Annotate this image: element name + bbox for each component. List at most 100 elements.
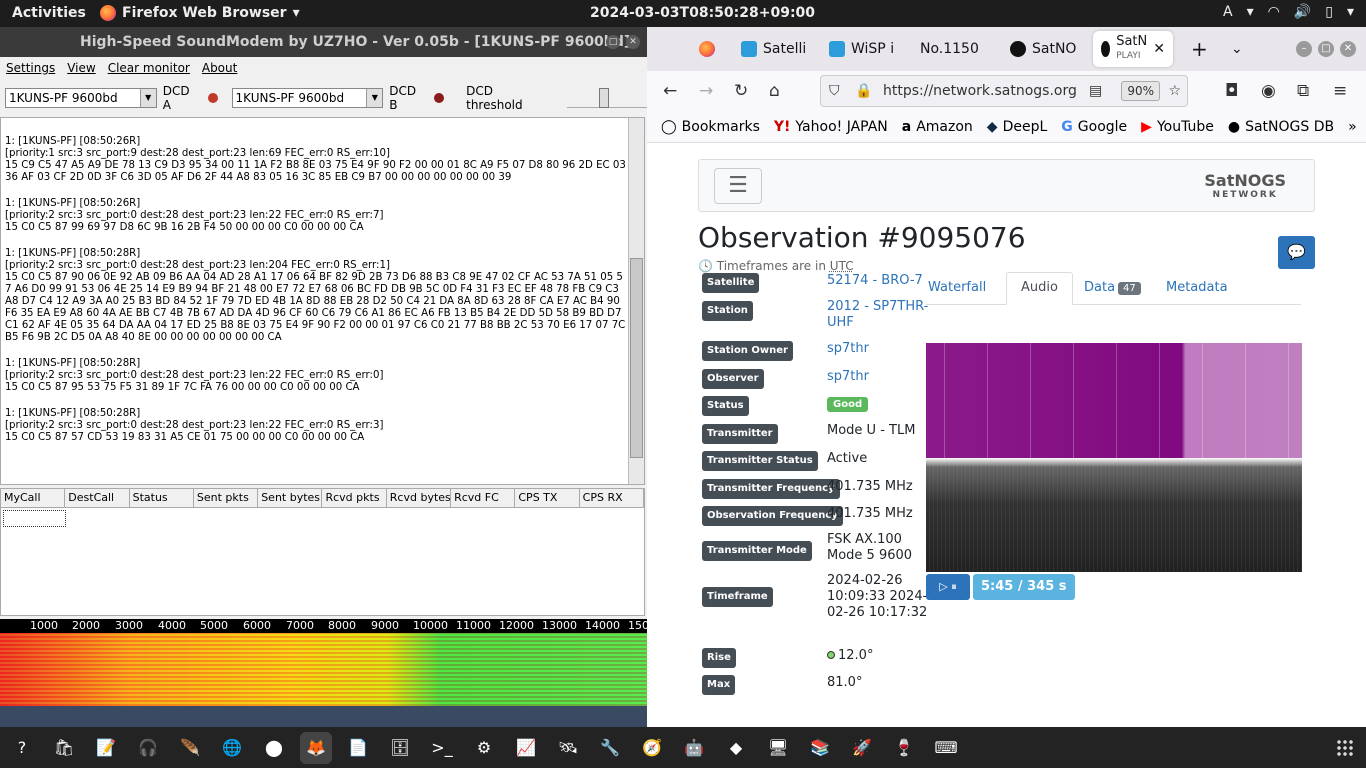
app-menu[interactable]: Firefox Web Browser ▾ [100, 5, 300, 21]
taskbar-app-icon[interactable]: >_ [426, 732, 458, 764]
tab-satnogs-1[interactable]: SatNO [1010, 31, 1076, 67]
system-tray[interactable]: A ▾ ◠ 🔊 ▯ ▾ [1223, 4, 1354, 20]
tab-waterfall[interactable]: Waterfall [928, 280, 986, 295]
detail-value[interactable]: sp7thr [827, 341, 932, 357]
taskbar-app-icon[interactable]: 🪶 [174, 732, 206, 764]
activities-button[interactable]: Activities [12, 5, 86, 21]
reader-view-icon[interactable]: ▤ [1089, 76, 1102, 106]
close-tab-icon[interactable]: ✕ [1153, 31, 1165, 67]
taskbar-app-icon[interactable]: 🛰 [552, 732, 584, 764]
col-cps-rx[interactable]: CPS RX [580, 489, 644, 507]
show-apps-icon[interactable] [1336, 739, 1354, 757]
taskbar-app-icon[interactable]: ? [6, 732, 38, 764]
col-rcvd-pkts[interactable]: Rcvd pkts [322, 489, 387, 507]
minimize-icon[interactable]: – [1296, 41, 1312, 57]
bookmark-bookmarks[interactable]: ◯ Bookmarks [661, 119, 760, 135]
taskbar-app-icon[interactable]: 📈 [510, 732, 542, 764]
firefox-view-icon[interactable] [699, 31, 715, 67]
menu-icon[interactable]: ≡ [1333, 81, 1347, 101]
home-icon[interactable]: ⌂ [769, 81, 780, 101]
tab-satnogs-active[interactable]: SatN PLAYI ✕ [1093, 31, 1173, 67]
col-destcall[interactable]: DestCall [65, 489, 130, 507]
chevron-down-icon[interactable]: ▼ [366, 89, 383, 107]
scrollbar-thumb[interactable] [630, 258, 643, 458]
detail-value[interactable]: sp7thr [827, 369, 932, 385]
detail-value[interactable]: 52174 - BRO-7 [827, 273, 932, 289]
col-rcvd-fc[interactable]: Rcvd FC [451, 489, 516, 507]
back-icon[interactable]: ← [663, 81, 677, 101]
taskbar-app-icon[interactable]: ◆ [720, 732, 752, 764]
play-pause-button[interactable]: ▷ ⏸ [926, 574, 970, 600]
menu-settings[interactable]: Settings [6, 61, 55, 75]
taskbar-app-icon[interactable]: 🖥 [762, 732, 794, 764]
taskbar-app-icon[interactable]: 🌐 [216, 732, 248, 764]
connections-grid[interactable]: MyCall DestCall Status Sent pkts Sent by… [0, 488, 645, 616]
more-bookmarks-icon[interactable]: » [1348, 119, 1357, 135]
lock-icon[interactable]: 🔒 [855, 76, 872, 106]
bookmark-star-icon[interactable]: ☆ [1168, 76, 1181, 106]
pocket-icon[interactable]: ◘ [1225, 81, 1238, 101]
input-method-indicator[interactable]: A [1223, 4, 1233, 20]
tab-audio[interactable]: Audio [1006, 272, 1073, 305]
hamburger-menu-icon[interactable]: ☰ [714, 168, 762, 204]
maximize-icon[interactable]: □ [606, 35, 620, 49]
window-titlebar[interactable]: High-Speed SoundModem by UZ7HO - Ver 0.0… [0, 27, 647, 57]
list-tabs-icon[interactable]: ⌄ [1231, 31, 1243, 67]
close-icon[interactable]: ✕ [1340, 41, 1356, 57]
forward-icon[interactable]: → [699, 81, 713, 101]
taskbar-app-icon[interactable]: 🍷 [888, 732, 920, 764]
maximize-icon[interactable]: □ [1318, 41, 1334, 57]
monitor-text-area[interactable]: 1: [1KUNS-PF] [08:50:26R] [priority:1 sr… [0, 117, 645, 485]
dcd-threshold-slider[interactable] [567, 88, 647, 108]
col-status[interactable]: Status [130, 489, 194, 507]
taskbar-app-icon[interactable]: 🤖 [678, 732, 710, 764]
taskbar-app-icon[interactable]: ⬤ [258, 732, 290, 764]
taskbar-app-icon[interactable]: 📚 [804, 732, 836, 764]
taskbar-app-icon[interactable]: 🔧 [594, 732, 626, 764]
detail-value[interactable]: 2012 - SP7THR-UHF [827, 299, 932, 331]
shield-icon[interactable]: ⛉ [829, 76, 840, 106]
taskbar-app-icon[interactable]: 🧭 [636, 732, 668, 764]
taskbar-app-icon[interactable]: 🦊 [300, 731, 332, 764]
modem-b-select[interactable]: 1KUNS-PF 9600bd ▼ [231, 88, 384, 108]
extensions-icon[interactable]: ⧉ [1297, 81, 1309, 101]
bookmark-yahoo[interactable]: Y! Yahoo! JAPAN [774, 119, 888, 135]
taskbar-app-icon[interactable]: ⚙ [468, 732, 500, 764]
taskbar-app-icon[interactable]: 🗄 [384, 732, 416, 764]
audio-spectrogram[interactable] [926, 343, 1302, 572]
slider-thumb[interactable] [599, 88, 610, 108]
taskbar-app-icon[interactable]: 🚀 [846, 732, 878, 764]
tab-satellite[interactable]: Satelli [741, 31, 806, 67]
bookmark-amazon[interactable]: a Amazon [902, 119, 973, 135]
chevron-down-icon[interactable]: ▼ [139, 89, 156, 107]
col-sent-bytes[interactable]: Sent bytes [258, 489, 323, 507]
taskbar-app-icon[interactable]: 🎧 [132, 732, 164, 764]
bookmark-satnogs-db[interactable]: ● SatNOGS DB [1228, 119, 1334, 135]
clock[interactable]: 2024-03-03T08:50:28+09:00 [590, 5, 815, 21]
zoom-indicator[interactable]: 90% [1121, 81, 1160, 101]
bookmark-google[interactable]: G Google [1061, 119, 1127, 135]
bookmark-deepl[interactable]: ◆ DeepL [987, 119, 1047, 135]
bookmark-youtube[interactable]: ▶ YouTube [1141, 119, 1214, 135]
close-icon[interactable]: ✕ [626, 35, 640, 49]
tab-data[interactable]: Data 47 [1084, 280, 1141, 295]
col-mycall[interactable]: MyCall [1, 489, 66, 507]
url-bar[interactable]: ⛉ 🔒 https://network.satnogs.org ▤ 90% ☆ [820, 75, 1188, 107]
col-rcvd-bytes[interactable]: Rcvd bytes [387, 489, 452, 507]
taskbar-app-icon[interactable]: 📝 [90, 732, 122, 764]
grid-selected-cell[interactable] [3, 510, 66, 527]
taskbar-app-icon[interactable]: ⌨ [930, 732, 962, 764]
monitor-scrollbar[interactable] [628, 118, 644, 484]
tab-metadata[interactable]: Metadata [1166, 280, 1228, 295]
modem-a-select[interactable]: 1KUNS-PF 9600bd ▼ [5, 88, 157, 108]
menu-about[interactable]: About [202, 61, 237, 75]
taskbar-app-icon[interactable]: 🛍 [48, 732, 80, 764]
menu-clear-monitor[interactable]: Clear monitor [108, 61, 190, 75]
taskbar-app-icon[interactable]: 📄 [342, 732, 374, 764]
audio-waterfall[interactable] [0, 633, 647, 706]
satnogs-logo[interactable]: SatNOGS NETWORK [1204, 173, 1286, 202]
new-tab-icon[interactable]: + [1191, 31, 1208, 67]
tab-wisp[interactable]: WiSP i [829, 31, 894, 67]
menu-view[interactable]: View [67, 61, 95, 75]
col-cps-tx[interactable]: CPS TX [515, 489, 580, 507]
